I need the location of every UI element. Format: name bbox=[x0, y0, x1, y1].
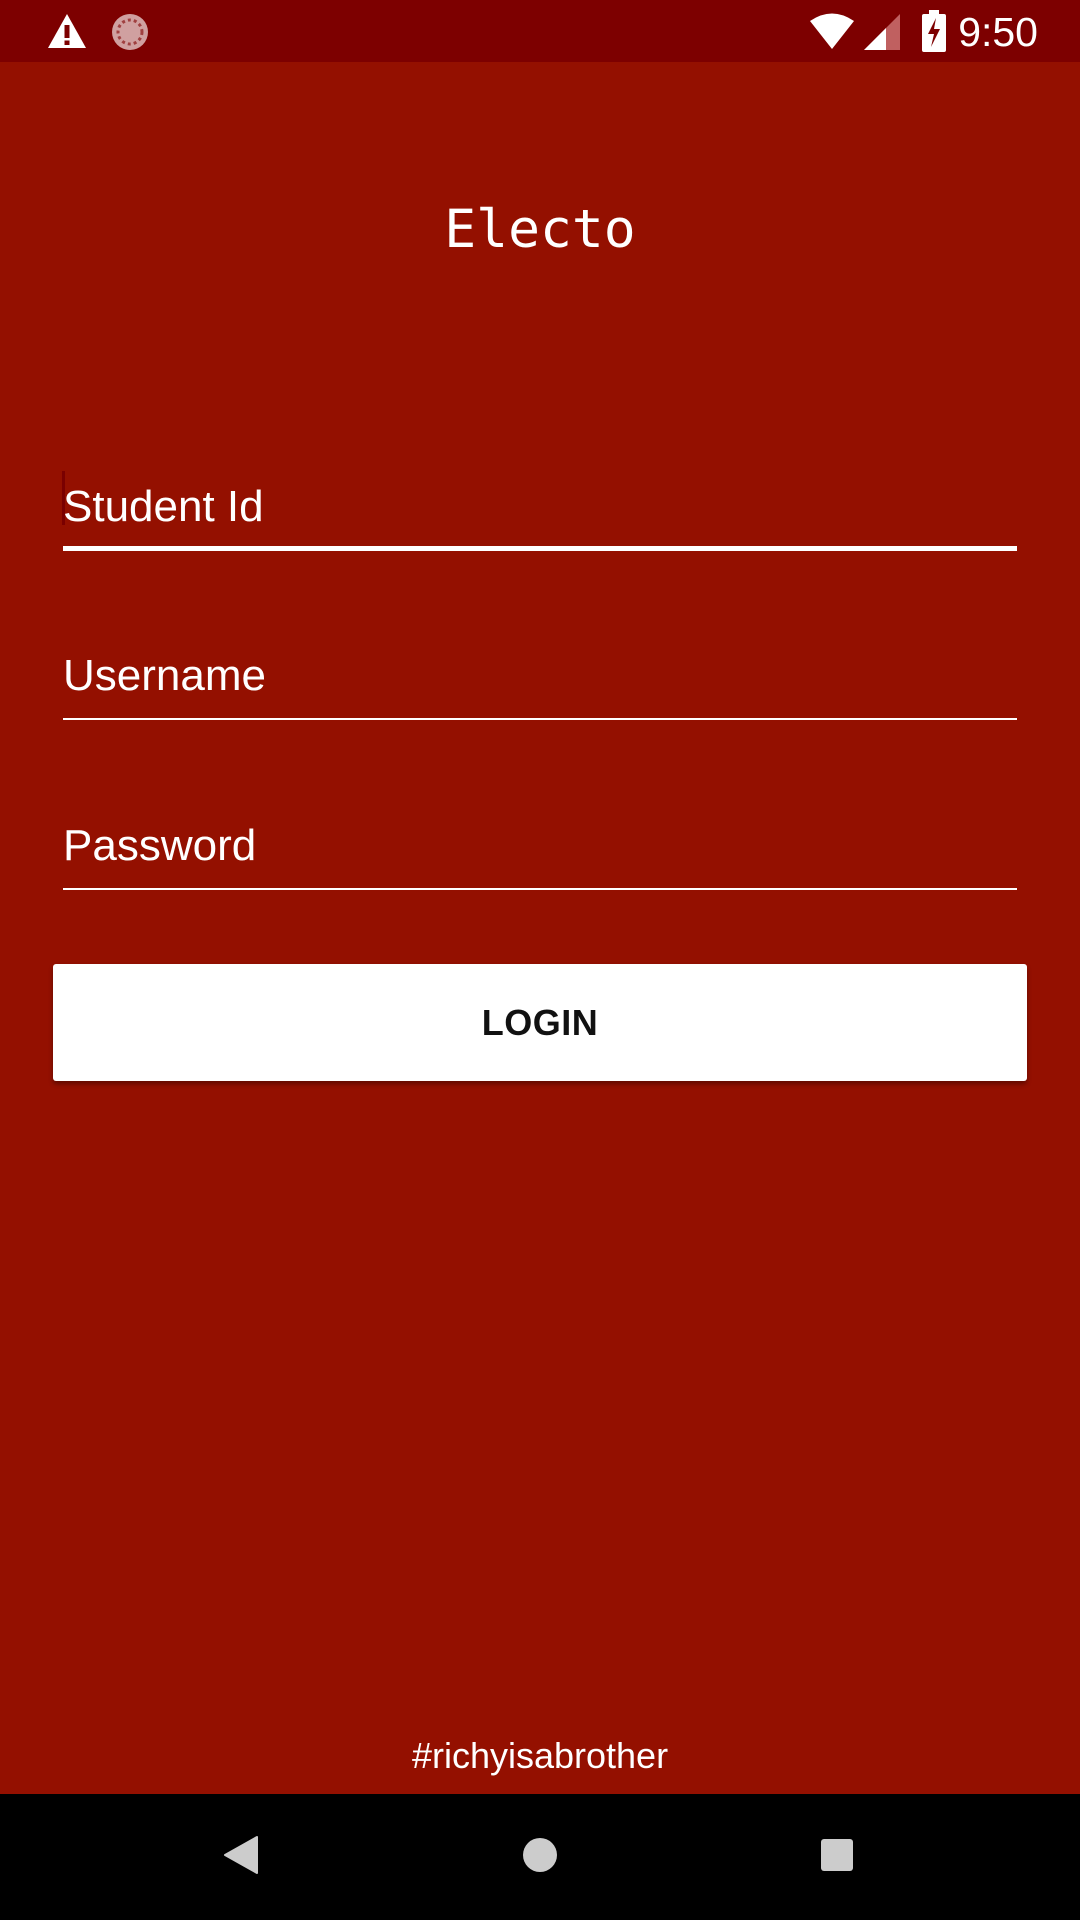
status-bar: 9:50 bbox=[0, 0, 1080, 62]
home-button[interactable] bbox=[500, 1822, 580, 1892]
password-input[interactable] bbox=[63, 806, 1017, 886]
back-icon bbox=[223, 1835, 259, 1880]
back-button[interactable] bbox=[201, 1822, 281, 1892]
cellular-signal-icon bbox=[864, 14, 900, 55]
navigation-bar bbox=[0, 1794, 1080, 1920]
sync-icon bbox=[110, 12, 150, 57]
username-input[interactable] bbox=[63, 636, 1017, 716]
username-field[interactable] bbox=[63, 636, 1017, 720]
student-id-input[interactable] bbox=[63, 467, 1017, 547]
status-time: 9:50 bbox=[958, 9, 1038, 55]
recents-icon bbox=[820, 1838, 854, 1877]
student-id-field[interactable] bbox=[62, 467, 1017, 551]
wifi-icon bbox=[809, 12, 855, 55]
password-underline bbox=[63, 888, 1017, 890]
app-title: Electo bbox=[444, 199, 636, 260]
password-field[interactable] bbox=[63, 806, 1017, 890]
home-icon bbox=[521, 1836, 559, 1879]
student-id-underline bbox=[63, 546, 1017, 551]
recents-button[interactable] bbox=[797, 1822, 877, 1892]
warning-icon bbox=[46, 12, 88, 55]
footer-tagline: #richyisabrother bbox=[411, 1735, 669, 1776]
login-button[interactable]: LOGIN bbox=[53, 964, 1027, 1081]
username-underline bbox=[63, 718, 1017, 720]
battery-charging-icon bbox=[922, 10, 946, 57]
text-cursor bbox=[62, 471, 65, 525]
